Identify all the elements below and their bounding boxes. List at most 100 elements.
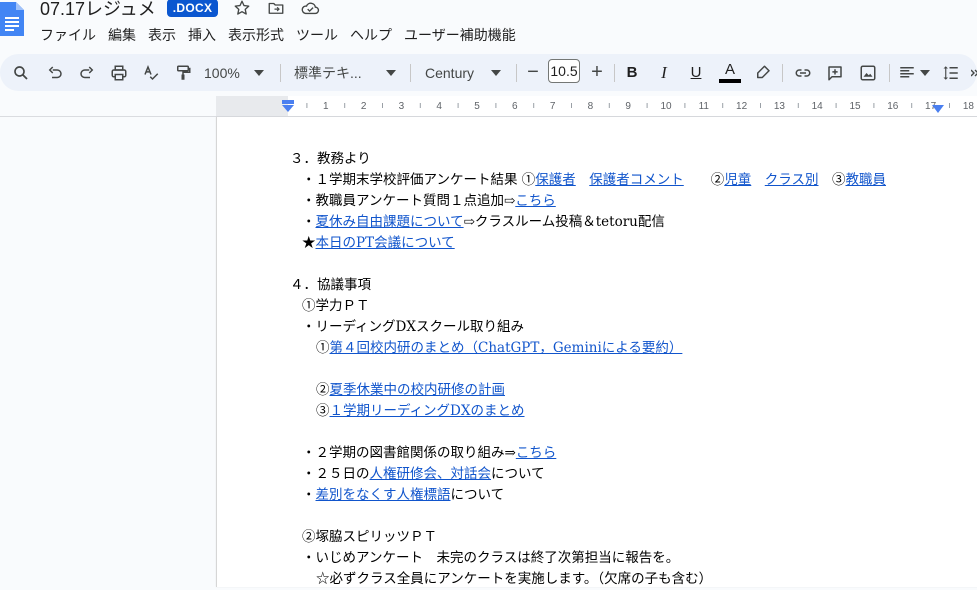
docs-logo-icon[interactable]: [0, 2, 24, 36]
toolbar-divider: [782, 64, 783, 82]
subheading: ①学力ＰＴ: [302, 298, 370, 314]
text: ・: [302, 487, 316, 503]
text: について: [491, 466, 545, 482]
insert-link-icon[interactable]: [792, 54, 814, 91]
text: ・: [302, 214, 316, 230]
link-students[interactable]: 児童: [724, 172, 751, 188]
list-item: ②夏季休業中の校内研修の計画: [290, 380, 886, 401]
align-dropdown-icon: [920, 69, 930, 76]
ruler-label: 7: [550, 101, 556, 112]
decrease-font-size-button[interactable]: −: [524, 54, 542, 91]
menu-insert[interactable]: 挿入: [182, 25, 222, 47]
more-options-icon[interactable]: [970, 54, 977, 91]
ruler-page-area: 1123456789101112131415161718: [216, 96, 977, 117]
italic-button[interactable]: I: [654, 54, 674, 91]
increase-font-size-button[interactable]: +: [588, 54, 606, 91]
text: ③: [316, 403, 330, 419]
ruler-label: 15: [849, 101, 861, 112]
undo-icon[interactable]: [44, 54, 66, 91]
font-family-select[interactable]: Century: [425, 54, 505, 91]
add-comment-icon[interactable]: [824, 54, 846, 91]
underline-icon: U: [690, 64, 702, 81]
ruler-label: 5: [474, 101, 480, 112]
toolbar-divider: [410, 64, 411, 82]
ruler-ticks: 1123456789101112131415161718: [230, 101, 974, 112]
ruler-label: 12: [736, 101, 748, 112]
ruler-label: 2: [361, 101, 367, 112]
bold-button[interactable]: B: [622, 54, 642, 91]
redo-icon[interactable]: [76, 54, 98, 91]
font-dropdown-icon: [491, 69, 501, 76]
menu-view[interactable]: 表示: [142, 25, 182, 47]
text: ②: [683, 172, 725, 188]
text: ①: [316, 340, 330, 356]
menu-edit[interactable]: 編集: [102, 25, 142, 47]
heading-discussion: ４．協議事項: [290, 277, 371, 293]
link-human-rights-training[interactable]: 人権研修会、対話会: [370, 466, 492, 482]
zoom-value: 100%: [204, 64, 240, 81]
line-spacing-icon[interactable]: [940, 54, 962, 91]
italic-icon: I: [661, 62, 667, 82]
menu-help[interactable]: ヘルプ: [344, 25, 398, 47]
text: ★: [302, 235, 316, 251]
link-training-summary[interactable]: 第４回校内研のまとめ（ChatGPT，Geminiによる要約）: [330, 340, 683, 356]
print-icon[interactable]: [108, 54, 130, 91]
insert-image-icon[interactable]: [857, 54, 879, 91]
right-indent-marker-icon[interactable]: [931, 104, 945, 114]
link-parents[interactable]: 保護者: [535, 172, 576, 188]
style-dropdown-icon: [386, 69, 396, 76]
text: [576, 172, 590, 188]
list-item: ・差別をなくす人権標語について: [290, 485, 886, 506]
document-body[interactable]: ３．教務より ・１学期末学校評価アンケート結果 ①保護者 保護者コメント ②児童…: [290, 149, 886, 590]
link-here[interactable]: こちら: [515, 193, 556, 209]
search-menus-icon[interactable]: [10, 54, 32, 91]
menu-accessibility[interactable]: ユーザー補助機能: [398, 25, 522, 47]
list-item: ・夏休み自由課題について⇨クラスルーム投稿＆tetoru配信: [290, 212, 886, 233]
underline-button[interactable]: U: [686, 54, 706, 91]
toolbar-divider: [889, 64, 890, 82]
list-item: ☆必ずクラス全員にアンケートを実施します。（欠席の子も含む）: [316, 571, 713, 587]
link-pt-meeting[interactable]: 本日のPT会議について: [316, 235, 455, 251]
document-title[interactable]: 07.17レジュメ: [40, 0, 156, 21]
list-item: ★本日のPT会議について: [290, 233, 886, 254]
list-item: ③１学期リーディングDXのまとめ: [290, 401, 886, 422]
zoom-select[interactable]: 100%: [204, 54, 272, 91]
menu-file[interactable]: ファイル: [34, 25, 102, 47]
font-size-input[interactable]: 10.5: [548, 59, 580, 83]
indent-marker-icon[interactable]: [281, 100, 295, 114]
menu-tools[interactable]: ツール: [290, 25, 344, 47]
list-item: ・いじめアンケート 未完のクラスは終了次第担当に報告を。: [302, 550, 680, 566]
link-summer-training-plan[interactable]: 夏季休業中の校内研修の計画: [330, 382, 506, 398]
ruler-label: 14: [812, 101, 824, 112]
spellcheck-icon[interactable]: [140, 54, 162, 91]
ruler-label: 9: [625, 101, 631, 112]
star-icon[interactable]: [232, 0, 252, 18]
link-reading-dx-summary[interactable]: １学期リーディングDXのまとめ: [330, 403, 525, 419]
text: ・１学期末学校評価アンケート結果 ①: [302, 172, 536, 188]
align-select[interactable]: [897, 54, 931, 91]
paragraph-style-select[interactable]: 標準テキ...: [294, 54, 398, 91]
heading-academic: ３．教務より: [290, 151, 371, 167]
paint-format-icon[interactable]: [172, 54, 194, 91]
ruler-label: 6: [512, 101, 518, 112]
text-color-swatch: [719, 78, 741, 83]
menu-format[interactable]: 表示形式: [222, 25, 290, 47]
cloud-saved-icon[interactable]: [300, 0, 320, 18]
text: [751, 172, 765, 188]
ruler-label: 16: [887, 101, 899, 112]
ruler-label: 1: [323, 101, 329, 112]
zoom-dropdown-icon: [253, 69, 264, 76]
link-parent-comments[interactable]: 保護者コメント: [589, 172, 684, 188]
highlight-color-icon[interactable]: [752, 54, 774, 91]
text-color-button[interactable]: A: [718, 54, 742, 91]
text: ⇨クラスルーム投稿＆tetoru配信: [463, 214, 665, 230]
link-here[interactable]: こちら: [516, 445, 557, 461]
link-by-class[interactable]: クラス別: [765, 172, 819, 188]
link-summer-assignment[interactable]: 夏休み自由課題について: [316, 214, 464, 230]
link-human-rights-slogan[interactable]: 差別をなくす人権標語: [316, 487, 451, 503]
link-staff[interactable]: 教職員: [846, 172, 887, 188]
move-folder-icon[interactable]: [266, 0, 286, 18]
list-item: ・２学期の図書館関係の取り組み⇒こちら: [290, 443, 886, 464]
